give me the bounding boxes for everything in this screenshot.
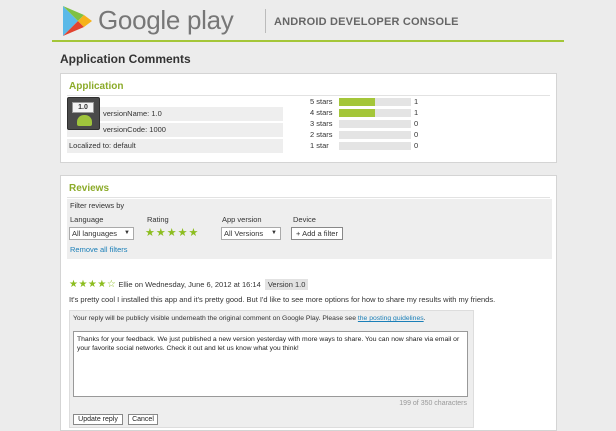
rating-row-count: 1 — [414, 108, 419, 117]
reply-note-text: Your reply will be publicly visible unde… — [73, 315, 356, 322]
rating-bar — [339, 142, 411, 150]
header-divider — [265, 9, 266, 33]
rating-bar — [339, 109, 411, 117]
rating-row-count: 1 — [414, 97, 419, 106]
reviews-panel: Reviews Filter reviews by Language Ratin… — [60, 175, 557, 431]
header: Google play ANDROID DEVELOPER CONSOLE — [52, 0, 564, 42]
remove-all-filters-link[interactable]: Remove all filters — [70, 245, 128, 254]
review-rating-stars: ★★★★☆ — [69, 279, 117, 290]
version-code: versionCode: 1000 — [103, 125, 166, 134]
filter-box: Filter reviews by Language Rating App ve… — [67, 199, 552, 259]
chevron-down-icon: ▼ — [124, 230, 130, 236]
chevron-down-icon: ▼ — [271, 230, 277, 236]
app-version-label: App version — [222, 215, 262, 224]
language-select[interactable]: All languages ▼ — [69, 227, 134, 240]
update-reply-button[interactable]: Update reply — [73, 414, 123, 425]
rating-bar — [339, 98, 411, 106]
add-filter-button[interactable]: + Add a filter — [291, 227, 343, 240]
app-version-select[interactable]: All Versions ▼ — [221, 227, 281, 240]
localized-row: Localized to: default — [67, 139, 283, 153]
rating-row-label: 2 stars — [310, 130, 333, 139]
filter-title: Filter reviews by — [70, 201, 125, 210]
language-select-value: All languages — [72, 229, 118, 238]
rating-label: Rating — [147, 215, 169, 224]
language-label: Language — [70, 215, 104, 224]
reply-box: Your reply will be publicly visible unde… — [69, 310, 474, 428]
review-version-badge: Version 1.0 — [264, 279, 309, 290]
posting-guidelines-link[interactable]: the posting guidelines — [358, 315, 424, 322]
character-count: 199 of 350 characters — [399, 400, 467, 407]
app-icon-version-badge: 1.0 — [72, 102, 94, 113]
brand-name: Google play — [98, 5, 234, 35]
cancel-button[interactable]: Cancel — [128, 414, 158, 425]
review-author: Ellie on Wednesday, June 6, 2012 at 16:1… — [118, 280, 261, 289]
rating-row-count: 0 — [414, 141, 419, 150]
application-section-title: Application — [69, 81, 124, 92]
rating-bar-fill — [339, 98, 375, 106]
review-header: ★★★★☆ Ellie on Wednesday, June 6, 2012 a… — [69, 279, 309, 291]
rating-filter-stars[interactable]: ★★★★★ — [145, 227, 199, 239]
google-play-logo-icon — [63, 6, 92, 36]
review-text: It's pretty cool I installed this app an… — [69, 295, 496, 304]
app-version-select-value: All Versions — [224, 229, 264, 238]
localized-to: Localized to: default — [69, 141, 136, 150]
reply-note: Your reply will be publicly visible unde… — [73, 315, 426, 322]
version-name: versionName: 1.0 — [103, 109, 162, 118]
rating-row-label: 3 stars — [310, 119, 333, 128]
section-divider — [67, 95, 550, 96]
page-title: Application Comments — [60, 52, 191, 66]
rating-bar-fill — [339, 109, 375, 117]
app-icon: 1.0 — [67, 97, 100, 130]
device-label: Device — [293, 215, 316, 224]
rating-row-label: 5 stars — [310, 97, 333, 106]
rating-row-count: 0 — [414, 130, 419, 139]
application-panel: Application versionName: 1.0 versionCode… — [60, 73, 557, 163]
reply-textarea[interactable]: Thanks for your feedback. We just publis… — [73, 331, 468, 397]
console-title: ANDROID DEVELOPER CONSOLE — [274, 16, 459, 28]
rating-row-label: 4 stars — [310, 108, 333, 117]
reply-note-end: . — [423, 315, 426, 322]
rating-row-count: 0 — [414, 119, 419, 128]
section-divider — [67, 197, 550, 198]
rating-row-label: 1 star — [310, 141, 329, 150]
android-robot-icon — [77, 115, 92, 126]
rating-bar — [339, 120, 411, 128]
reviews-section-title: Reviews — [69, 183, 110, 194]
rating-bar — [339, 131, 411, 139]
